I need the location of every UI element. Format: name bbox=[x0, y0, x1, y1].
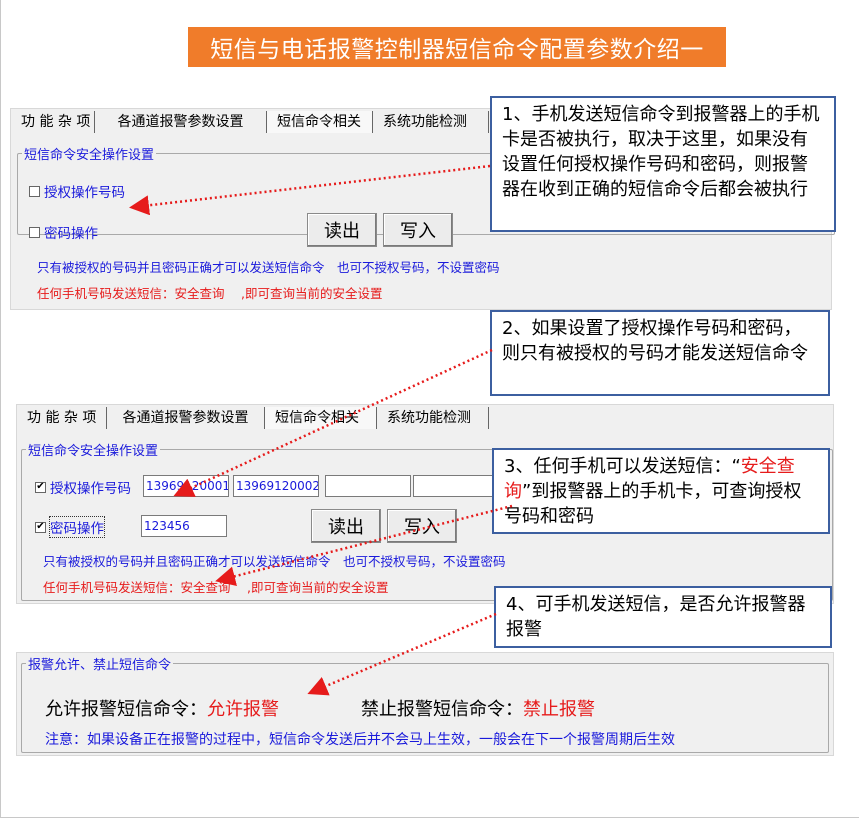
auth-number-field-2[interactable]: 13969120002 bbox=[233, 475, 319, 497]
group-title: 短信命令安全操作设置 bbox=[22, 144, 157, 163]
allow-alarm-label: 允许报警短信命令： bbox=[45, 699, 207, 720]
alarm-note: 注意：如果设备正在报警的过程中，短信命令发送后并不会马上生效，一般会在下一个报警… bbox=[45, 732, 675, 748]
auth-number-label: 授权操作号码 bbox=[50, 481, 131, 497]
read-button[interactable]: 读出 bbox=[311, 509, 381, 543]
check-mark-icon[interactable]: ✔ bbox=[35, 521, 46, 533]
callout-3-pre: 3、任何手机可以发送短信：“ bbox=[504, 456, 741, 477]
tab-sms-command[interactable]: 短信命令相关 bbox=[265, 407, 377, 429]
auth-number-field-1[interactable]: 13969120001 bbox=[143, 475, 229, 497]
password-label: 密码操作 bbox=[49, 516, 105, 538]
alarm-sms-panel: 报警允许、禁止短信命令 允许报警短信命令：允许报警 禁止报警短信命令：禁止报警 … bbox=[16, 652, 834, 756]
group-title: 短信命令安全操作设置 bbox=[26, 440, 161, 459]
auth-hint-text: 只有被授权的号码并且密码正确才可以发送短信命令 也可不授权号码，不设置密码 bbox=[37, 260, 500, 275]
password-checkbox[interactable]: ✔ 密码操作 bbox=[35, 516, 105, 538]
checkbox-box[interactable] bbox=[29, 185, 40, 197]
tab-system-check[interactable]: 系统功能检测 bbox=[377, 407, 489, 429]
callout-3: 3、任何手机可以发送短信：“安全查询”到报警器上的手机卡，可查询授权号码和密码 bbox=[492, 448, 830, 534]
auth-number-label: 授权操作号码 bbox=[44, 185, 125, 201]
tab-system-check[interactable]: 系统功能检测 bbox=[373, 111, 489, 133]
callout-1: 1、手机发送短信命令到报警器上的手机卡是否被执行，取决于这里，如果没有设置任何授… bbox=[490, 96, 836, 232]
allow-alarm-row: 允许报警短信命令：允许报警 bbox=[45, 695, 279, 721]
callout-3-post: ”到报警器上的手机卡，可查询授权号码和密码 bbox=[504, 481, 802, 527]
forbid-alarm-value: 禁止报警 bbox=[523, 699, 595, 720]
write-button[interactable]: 写入 bbox=[387, 509, 457, 543]
auth-number-checkbox[interactable]: 授权操作号码 bbox=[29, 181, 125, 201]
auth-number-checkbox[interactable]: ✔ 授权操作号码 bbox=[35, 477, 131, 497]
tab-bar: 功 能 杂 项 各通道报警参数设置 短信命令相关 系统功能检测 bbox=[11, 109, 489, 133]
allow-alarm-value: 允许报警 bbox=[207, 699, 279, 720]
auth-hint-text: 只有被授权的号码并且密码正确才可以发送短信命令 也可不授权号码，不设置密码 bbox=[43, 554, 506, 569]
tab-misc[interactable]: 功 能 杂 项 bbox=[17, 407, 107, 429]
security-query-hint: 任何手机号码发送短信：安全查询 ,即可查询当前的安全设置 bbox=[37, 286, 383, 301]
read-button[interactable]: 读出 bbox=[307, 213, 377, 247]
tab-sms-command[interactable]: 短信命令相关 bbox=[267, 111, 373, 133]
callout-2: 2、如果设置了授权操作号码和密码，则只有被授权的号码才能发送短信命令 bbox=[490, 310, 830, 396]
checkbox-box[interactable] bbox=[29, 226, 40, 238]
tab-bar: 功 能 杂 项 各通道报警参数设置 短信命令相关 系统功能检测 bbox=[17, 405, 489, 429]
forbid-alarm-row: 禁止报警短信命令：禁止报警 bbox=[361, 695, 595, 721]
forbid-alarm-label: 禁止报警短信命令： bbox=[361, 699, 523, 720]
page-title: 短信与电话报警控制器短信命令配置参数介绍一 bbox=[188, 27, 726, 67]
callout-4: 4、可手机发送短信，是否允许报警器报警 bbox=[494, 586, 832, 648]
auth-number-field-4[interactable] bbox=[413, 475, 499, 497]
tab-channel-alarm[interactable]: 各通道报警参数设置 bbox=[95, 111, 267, 133]
password-checkbox[interactable]: 密码操作 bbox=[29, 222, 98, 242]
check-mark-icon[interactable]: ✔ bbox=[35, 481, 46, 493]
password-label: 密码操作 bbox=[44, 226, 98, 242]
write-button[interactable]: 写入 bbox=[383, 213, 453, 247]
security-query-hint: 任何手机号码发送短信：安全查询 ,即可查询当前的安全设置 bbox=[43, 580, 389, 595]
password-field[interactable]: 123456 bbox=[141, 515, 227, 537]
tab-channel-alarm[interactable]: 各通道报警参数设置 bbox=[107, 407, 265, 429]
tab-misc[interactable]: 功 能 杂 项 bbox=[11, 111, 95, 133]
group-title: 报警允许、禁止短信命令 bbox=[26, 654, 174, 673]
auth-number-field-3[interactable] bbox=[325, 475, 411, 497]
